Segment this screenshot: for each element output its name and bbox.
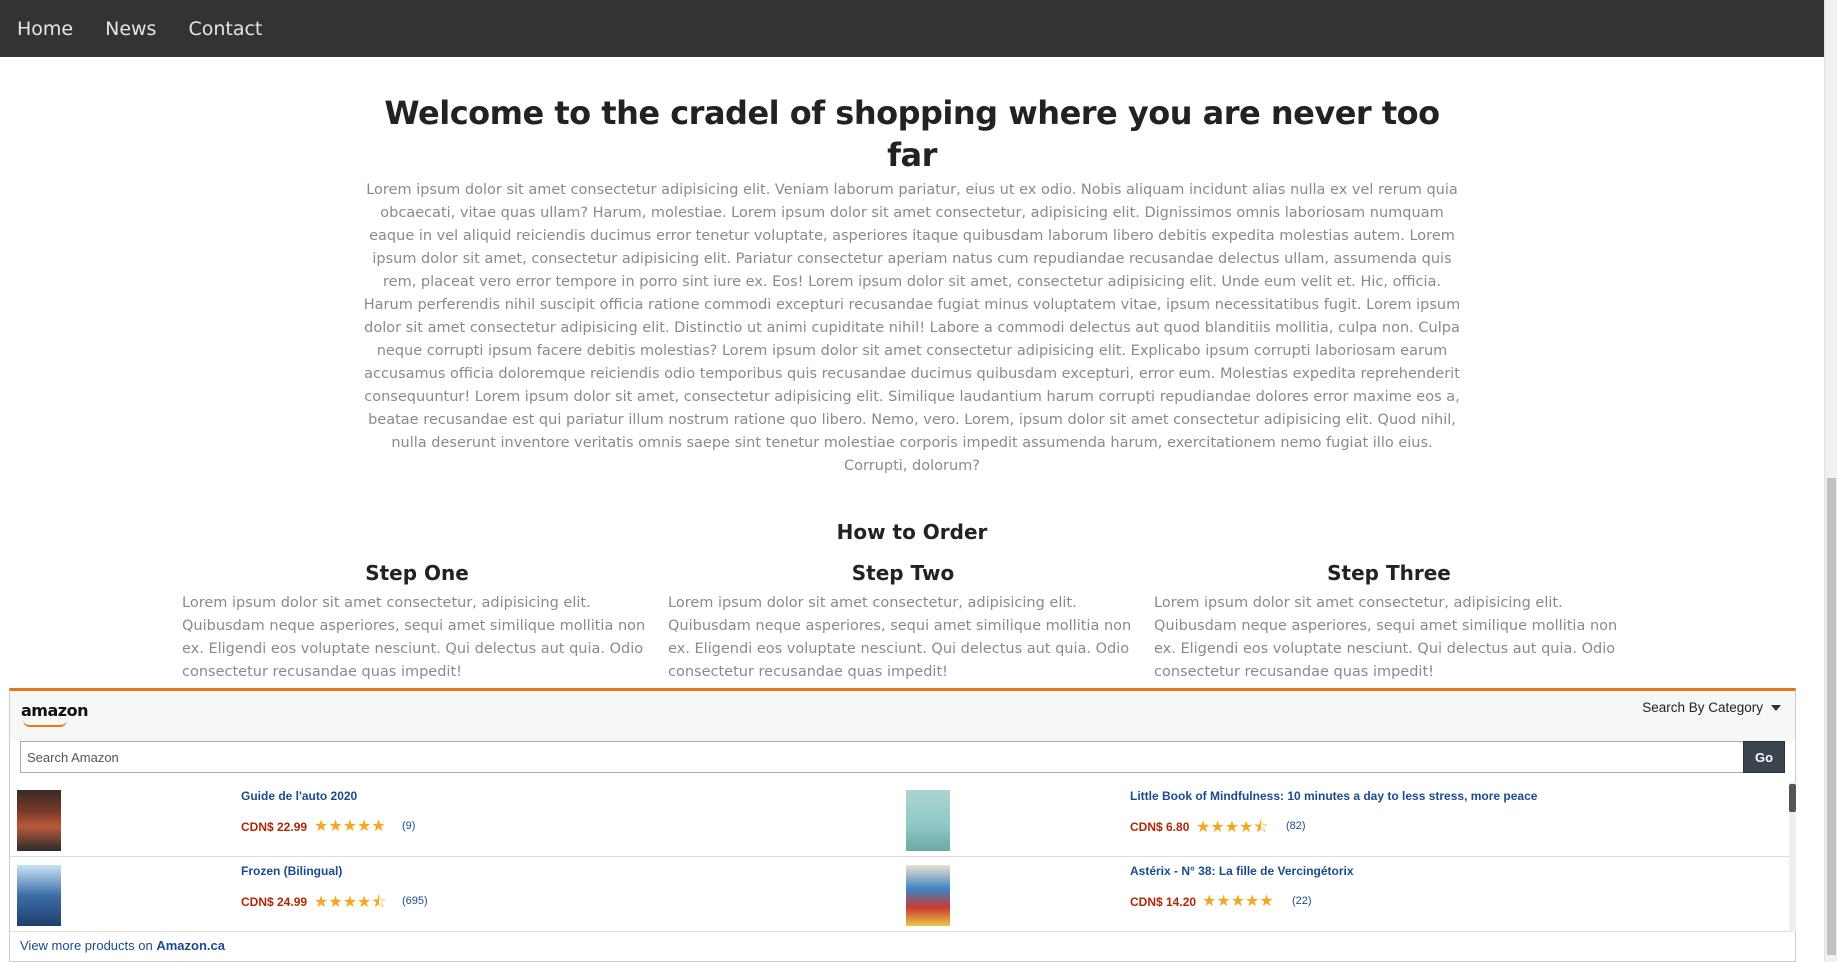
- product-title[interactable]: Astérix - N° 38: La fille de Vercingétor…: [1130, 864, 1354, 878]
- list-item[interactable]: Frozen (Bilingual) CDN$ 24.99 ★★★★⯪ (695…: [10, 857, 900, 932]
- star-rating-icon: ★★★★★: [1202, 891, 1274, 910]
- product-thumbnail[interactable]: [906, 865, 950, 926]
- step-three-title: Step Three: [1327, 561, 1451, 585]
- nav-contact-link[interactable]: Contact: [188, 18, 262, 40]
- table-row: Guide de l'auto 2020 CDN$ 22.99 ★★★★★ (9…: [10, 782, 1790, 857]
- step-one-body: Lorem ipsum dolor sit amet consectetur, …: [182, 595, 646, 680]
- nav-home-link[interactable]: Home: [17, 18, 73, 40]
- product-title[interactable]: Little Book of Mindfulness: 10 minutes a…: [1130, 789, 1537, 803]
- list-item[interactable]: Astérix - N° 38: La fille de Vercingétor…: [900, 857, 1790, 932]
- review-count[interactable]: (22): [1292, 895, 1312, 907]
- amazon-footer: View more products on Amazon.ca: [20, 938, 225, 953]
- table-row: Frozen (Bilingual) CDN$ 24.99 ★★★★⯪ (695…: [10, 857, 1790, 932]
- product-list: Guide de l'auto 2020 CDN$ 22.99 ★★★★★ (9…: [10, 782, 1790, 932]
- chevron-down-icon: [1771, 704, 1781, 711]
- product-title[interactable]: Guide de l'auto 2020: [241, 789, 357, 803]
- product-price: CDN$ 24.99: [241, 895, 308, 909]
- product-price: CDN$ 22.99: [241, 820, 308, 834]
- product-thumbnail[interactable]: [17, 790, 61, 851]
- amazon-widget: amazon Search By Category Go Guide de l'…: [9, 688, 1796, 962]
- star-rating-icon: ★★★★★: [314, 816, 386, 835]
- hero-section: Welcome to the cradel of shopping where …: [360, 92, 1464, 478]
- product-list-scrollbar[interactable]: [1789, 782, 1796, 932]
- list-item[interactable]: Little Book of Mindfulness: 10 minutes a…: [900, 782, 1790, 857]
- step-three-body: Lorem ipsum dolor sit amet consectetur, …: [1154, 595, 1618, 680]
- page-scrollbar[interactable]: [1824, 0, 1837, 962]
- step-one: Step One Lorem ipsum dolor sit amet cons…: [182, 560, 652, 684]
- product-price: CDN$ 6.80: [1130, 820, 1190, 834]
- hero-title: Welcome to the cradel of shopping where …: [384, 94, 1440, 174]
- page-scrollbar-thumb[interactable]: [1827, 478, 1836, 955]
- amazon-search-bar: Go: [20, 741, 1785, 773]
- amazon-smile-icon: [23, 720, 67, 727]
- product-thumbnail[interactable]: [906, 790, 950, 851]
- step-two-body: Lorem ipsum dolor sit amet consectetur, …: [668, 595, 1132, 680]
- list-item[interactable]: Guide de l'auto 2020 CDN$ 22.99 ★★★★★ (9…: [10, 782, 900, 857]
- amazon-ca-link[interactable]: Amazon.ca: [156, 938, 225, 953]
- review-count[interactable]: (695): [402, 895, 428, 907]
- go-button[interactable]: Go: [1743, 741, 1785, 773]
- hero-body: Lorem ipsum dolor sit amet consectetur a…: [363, 182, 1461, 474]
- star-rating-icon: ★★★★⯪: [1196, 817, 1269, 836]
- amazon-search-input[interactable]: [20, 741, 1743, 773]
- step-two-title: Step Two: [851, 561, 955, 585]
- review-count[interactable]: (82): [1286, 820, 1306, 832]
- top-navbar: Home News Contact: [0, 0, 1824, 57]
- category-label: Search By Category: [1642, 700, 1763, 715]
- amazon-widget-header: amazon Search By Category: [10, 691, 1795, 741]
- step-one-title: Step One: [365, 561, 469, 585]
- amazon-logo: amazon: [21, 701, 88, 720]
- product-thumbnail[interactable]: [17, 865, 61, 926]
- product-list-scrollbar-thumb[interactable]: [1789, 784, 1796, 812]
- star-rating-icon: ★★★★⯪: [314, 892, 387, 911]
- footer-prefix: View more products on: [20, 938, 157, 953]
- how-to-order-title: How to Order: [836, 520, 988, 544]
- search-by-category-dropdown[interactable]: Search By Category: [1642, 700, 1781, 715]
- nav-news-link[interactable]: News: [105, 18, 156, 40]
- review-count[interactable]: (9): [402, 820, 415, 832]
- product-price: CDN$ 14.20: [1130, 895, 1197, 909]
- step-two: Step Two Lorem ipsum dolor sit amet cons…: [668, 560, 1138, 684]
- product-title[interactable]: Frozen (Bilingual): [241, 864, 342, 878]
- step-three: Step Three Lorem ipsum dolor sit amet co…: [1154, 560, 1624, 684]
